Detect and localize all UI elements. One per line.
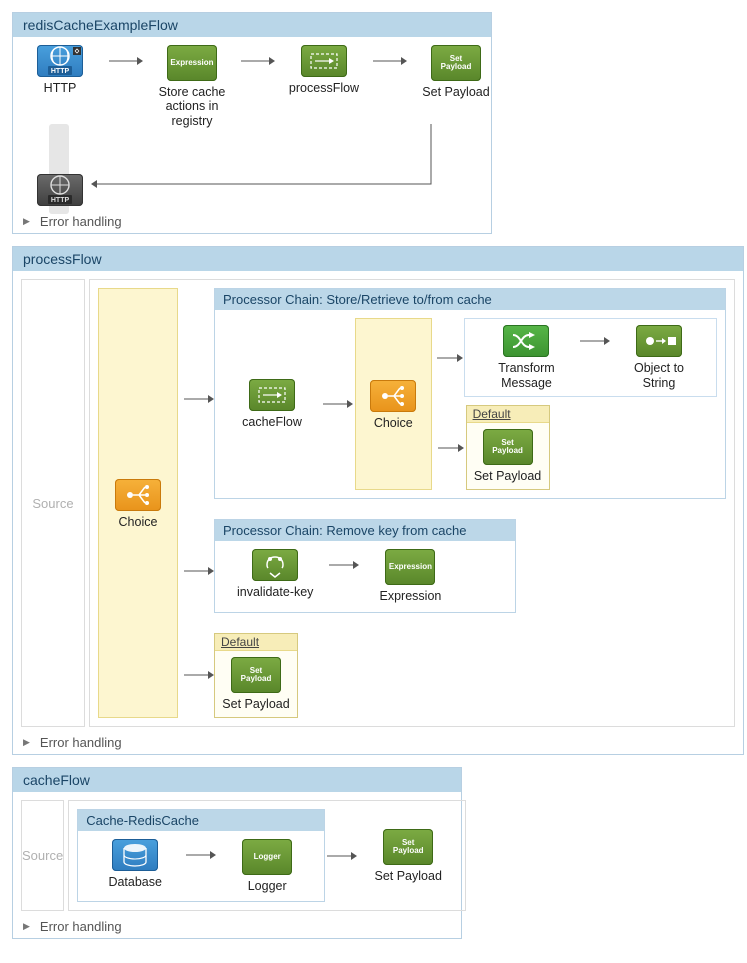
arrow-icon bbox=[436, 442, 466, 454]
choice-node[interactable]: Choice bbox=[103, 479, 173, 529]
set-payload-node[interactable]: Set Payload Set Payload bbox=[373, 829, 443, 883]
set-payload-label: Set Payload bbox=[422, 85, 489, 99]
source-slot: Source bbox=[21, 279, 85, 727]
set-payload-label: Set Payload bbox=[222, 697, 289, 711]
arrow-icon bbox=[241, 45, 275, 77]
processor-chain-remove: Processor Chain: Remove key from cache i… bbox=[214, 519, 516, 612]
choice-container: Choice bbox=[355, 318, 432, 490]
error-handling-toggle[interactable]: Error handling bbox=[13, 915, 461, 938]
expression-label: Expression bbox=[380, 589, 442, 603]
transform-icon bbox=[503, 325, 549, 357]
choice-node[interactable]: Choice bbox=[358, 380, 428, 430]
http-response-node[interactable]: HTTP bbox=[25, 174, 95, 206]
arrow-icon bbox=[184, 669, 214, 681]
arrow-icon bbox=[109, 45, 143, 77]
database-label: Database bbox=[108, 875, 162, 889]
svg-text:HTTP: HTTP bbox=[51, 197, 70, 204]
set-payload-icon: Set Payload bbox=[383, 829, 433, 865]
arrow-icon bbox=[436, 352, 464, 364]
flow-ref-icon bbox=[301, 45, 347, 77]
database-icon bbox=[112, 839, 158, 871]
choice-label: Choice bbox=[374, 416, 413, 430]
set-payload-node[interactable]: Set Payload Set Payload bbox=[473, 429, 543, 483]
flow-title: redisCacheExampleFlow bbox=[13, 13, 491, 37]
set-payload-icon: Set Payload bbox=[431, 45, 481, 81]
object-to-string-node[interactable]: Object to String bbox=[624, 325, 694, 390]
flow-redis-cache-example: redisCacheExampleFlow HTTP HTTP Expressi… bbox=[12, 12, 492, 234]
proc-chain-title: Processor Chain: Store/Retrieve to/from … bbox=[215, 289, 725, 310]
invalidate-label: invalidate-key bbox=[237, 585, 313, 599]
arrow-icon bbox=[373, 45, 407, 77]
flow-ref-icon bbox=[249, 379, 295, 411]
http-listener-node[interactable]: HTTP HTTP bbox=[25, 45, 95, 95]
expression-icon: Expression bbox=[167, 45, 217, 81]
expression-node[interactable]: Expression Store cache actions in regist… bbox=[157, 45, 227, 128]
flow-title: cacheFlow bbox=[13, 768, 461, 792]
choice-icon bbox=[115, 479, 161, 511]
set-payload-label: Set Payload bbox=[374, 869, 441, 883]
arrow-icon bbox=[321, 388, 355, 420]
processor-chain-store: Processor Chain: Store/Retrieve to/from … bbox=[214, 288, 726, 499]
http-label: HTTP bbox=[44, 81, 77, 95]
flow-title: processFlow bbox=[13, 247, 743, 271]
choice-container: Choice bbox=[98, 288, 178, 718]
set-payload-node[interactable]: Set Payload Set Payload bbox=[421, 45, 491, 99]
logger-icon: Logger bbox=[242, 839, 292, 875]
arrow-icon bbox=[184, 565, 214, 577]
error-handling-toggle[interactable]: Error handling bbox=[13, 210, 491, 233]
flow-ref-label: processFlow bbox=[289, 81, 359, 95]
logger-label: Logger bbox=[248, 879, 287, 893]
default-branch: Default Set Payload Set Payload bbox=[466, 405, 550, 490]
invalidate-key-node[interactable]: invalidate-key bbox=[237, 549, 313, 599]
set-payload-label: Set Payload bbox=[474, 469, 541, 483]
object-to-string-icon bbox=[636, 325, 682, 357]
logger-node[interactable]: Logger Logger bbox=[232, 839, 302, 893]
arrow-icon bbox=[325, 840, 359, 872]
arrow-icon bbox=[327, 549, 361, 581]
error-handling-toggle[interactable]: Error handling bbox=[13, 731, 743, 754]
return-arrow bbox=[91, 124, 441, 194]
set-payload-icon: Set Payload bbox=[231, 657, 281, 693]
default-branch: Default Set Payload Set Payload bbox=[214, 633, 298, 718]
arrow-icon bbox=[184, 839, 218, 871]
arrow-icon bbox=[580, 325, 610, 357]
invalidate-icon bbox=[252, 549, 298, 581]
choice-label: Choice bbox=[119, 515, 158, 529]
http-icon: HTTP bbox=[37, 174, 83, 206]
cache-scope: Cache-RedisCache Database Logger Logger bbox=[77, 809, 325, 902]
source-slot: Source bbox=[21, 800, 64, 911]
flow-ref-node[interactable]: processFlow bbox=[289, 45, 359, 95]
arrow-icon bbox=[184, 393, 214, 405]
expression-icon: Expression bbox=[385, 549, 435, 585]
flow-process: processFlow Source Choice bbox=[12, 246, 744, 755]
http-icon: HTTP bbox=[37, 45, 83, 77]
expression-node[interactable]: Expression Expression bbox=[375, 549, 445, 603]
default-label: Default bbox=[215, 634, 297, 651]
database-node[interactable]: Database bbox=[100, 839, 170, 889]
cache-scope-title: Cache-RedisCache bbox=[78, 810, 324, 831]
proc-chain-title: Processor Chain: Remove key from cache bbox=[215, 520, 515, 541]
choice-icon bbox=[370, 380, 416, 412]
set-payload-node[interactable]: Set Payload Set Payload bbox=[221, 657, 291, 711]
object-to-string-label: Object to String bbox=[624, 361, 694, 390]
transform-node[interactable]: Transform Message bbox=[487, 325, 566, 390]
default-label: Default bbox=[467, 406, 549, 423]
flow-cache: cacheFlow Source Cache-RedisCache Databa… bbox=[12, 767, 462, 939]
expression-label: Store cache actions in registry bbox=[157, 85, 227, 128]
set-payload-icon: Set Payload bbox=[483, 429, 533, 465]
flow-ref-node[interactable]: cacheFlow bbox=[237, 379, 307, 429]
flow-ref-label: cacheFlow bbox=[242, 415, 302, 429]
transform-label: Transform Message bbox=[487, 361, 566, 390]
svg-text:HTTP: HTTP bbox=[51, 68, 70, 75]
